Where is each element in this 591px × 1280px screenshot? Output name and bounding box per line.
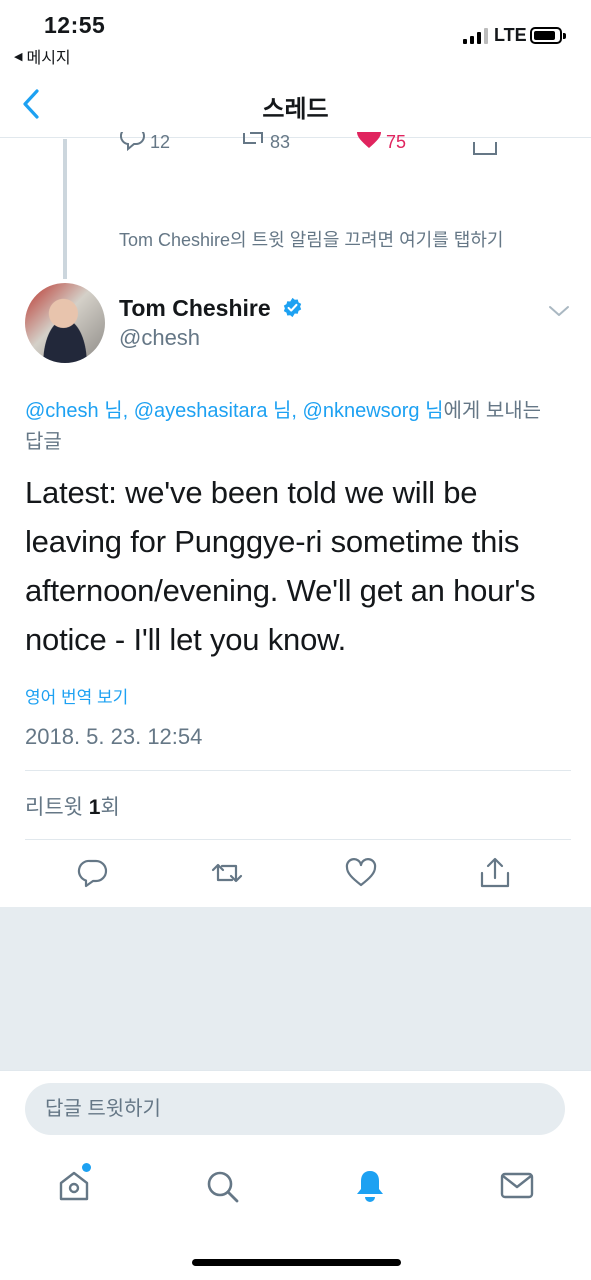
navigation-bar: 스레드 bbox=[0, 72, 591, 138]
author-name[interactable]: Tom Cheshire bbox=[119, 295, 271, 322]
reply-tweet-input[interactable] bbox=[25, 1083, 565, 1135]
mute-notifications-link[interactable]: Tom Cheshire의 트윗 알림을 끄려면 여기를 탭하기 bbox=[119, 226, 503, 252]
prev-like-count: 75 bbox=[386, 132, 407, 152]
share-icon[interactable] bbox=[478, 856, 512, 890]
prev-share-button[interactable] bbox=[472, 132, 498, 158]
retweet-count-line[interactable]: 리트윗 1회 bbox=[25, 791, 120, 821]
heart-filled-icon bbox=[357, 132, 381, 148]
page-title: 스레드 bbox=[262, 96, 329, 123]
mention-link[interactable]: @chesh 님, bbox=[25, 400, 128, 422]
share-icon bbox=[473, 142, 497, 155]
replying-to-line: @chesh 님, @ayeshasitara 님, @nknewsorg 님에… bbox=[25, 396, 565, 458]
previous-tweet-actions: 12 83 75 bbox=[0, 132, 591, 158]
mention-link[interactable]: @nknewsorg 님 bbox=[303, 400, 444, 422]
divider bbox=[25, 770, 571, 771]
back-app-label: 메시지 bbox=[26, 50, 71, 67]
messages-icon[interactable] bbox=[499, 1168, 535, 1204]
prev-like-button[interactable]: 75 bbox=[356, 132, 406, 153]
thread-connector-line bbox=[63, 139, 67, 279]
retweet-count-suffix: 회 bbox=[100, 796, 120, 819]
tweet-text: Latest: we've been told we will be leavi… bbox=[25, 475, 536, 657]
translate-link[interactable]: 영어 번역 보기 bbox=[25, 683, 128, 708]
heart-icon[interactable] bbox=[344, 856, 378, 890]
prev-retweet-button[interactable]: 83 bbox=[240, 132, 290, 153]
back-triangle-icon: ◀ bbox=[14, 50, 23, 63]
empty-replies-area bbox=[0, 907, 591, 1070]
mention-link[interactable]: @ayeshasitara 님, bbox=[134, 400, 297, 422]
divider bbox=[25, 839, 571, 840]
avatar[interactable] bbox=[25, 283, 105, 363]
search-icon[interactable] bbox=[204, 1168, 240, 1204]
home-icon[interactable] bbox=[56, 1168, 92, 1204]
notifications-icon[interactable] bbox=[352, 1168, 388, 1204]
prev-retweet-count: 83 bbox=[270, 132, 291, 152]
prev-reply-count: 12 bbox=[150, 132, 171, 152]
status-time: 12:55 bbox=[44, 12, 106, 38]
tweet-timestamp: 2018. 5. 23. 12:54 bbox=[25, 724, 203, 749]
retweet-count-number: 1 bbox=[88, 796, 101, 819]
author-handle[interactable]: @chesh bbox=[119, 325, 200, 351]
battery-icon bbox=[530, 27, 566, 44]
verified-badge-icon bbox=[283, 297, 302, 318]
reply-icon bbox=[120, 132, 145, 151]
network-type: LTE bbox=[494, 25, 527, 45]
retweet-count-prefix: 리트윗 bbox=[25, 796, 89, 819]
prev-reply-button[interactable]: 12 bbox=[120, 132, 170, 153]
chevron-down-icon[interactable] bbox=[548, 304, 570, 318]
retweet-icon bbox=[243, 132, 263, 144]
home-indicator[interactable] bbox=[192, 1259, 401, 1266]
signal-strength-icon bbox=[463, 28, 488, 44]
retweet-icon[interactable] bbox=[210, 856, 244, 890]
status-bar: 12:55 ◀ 메시지 LTE bbox=[0, 0, 591, 72]
reply-icon[interactable] bbox=[76, 856, 110, 890]
back-to-app-link[interactable]: ◀ 메시지 bbox=[14, 44, 71, 68]
